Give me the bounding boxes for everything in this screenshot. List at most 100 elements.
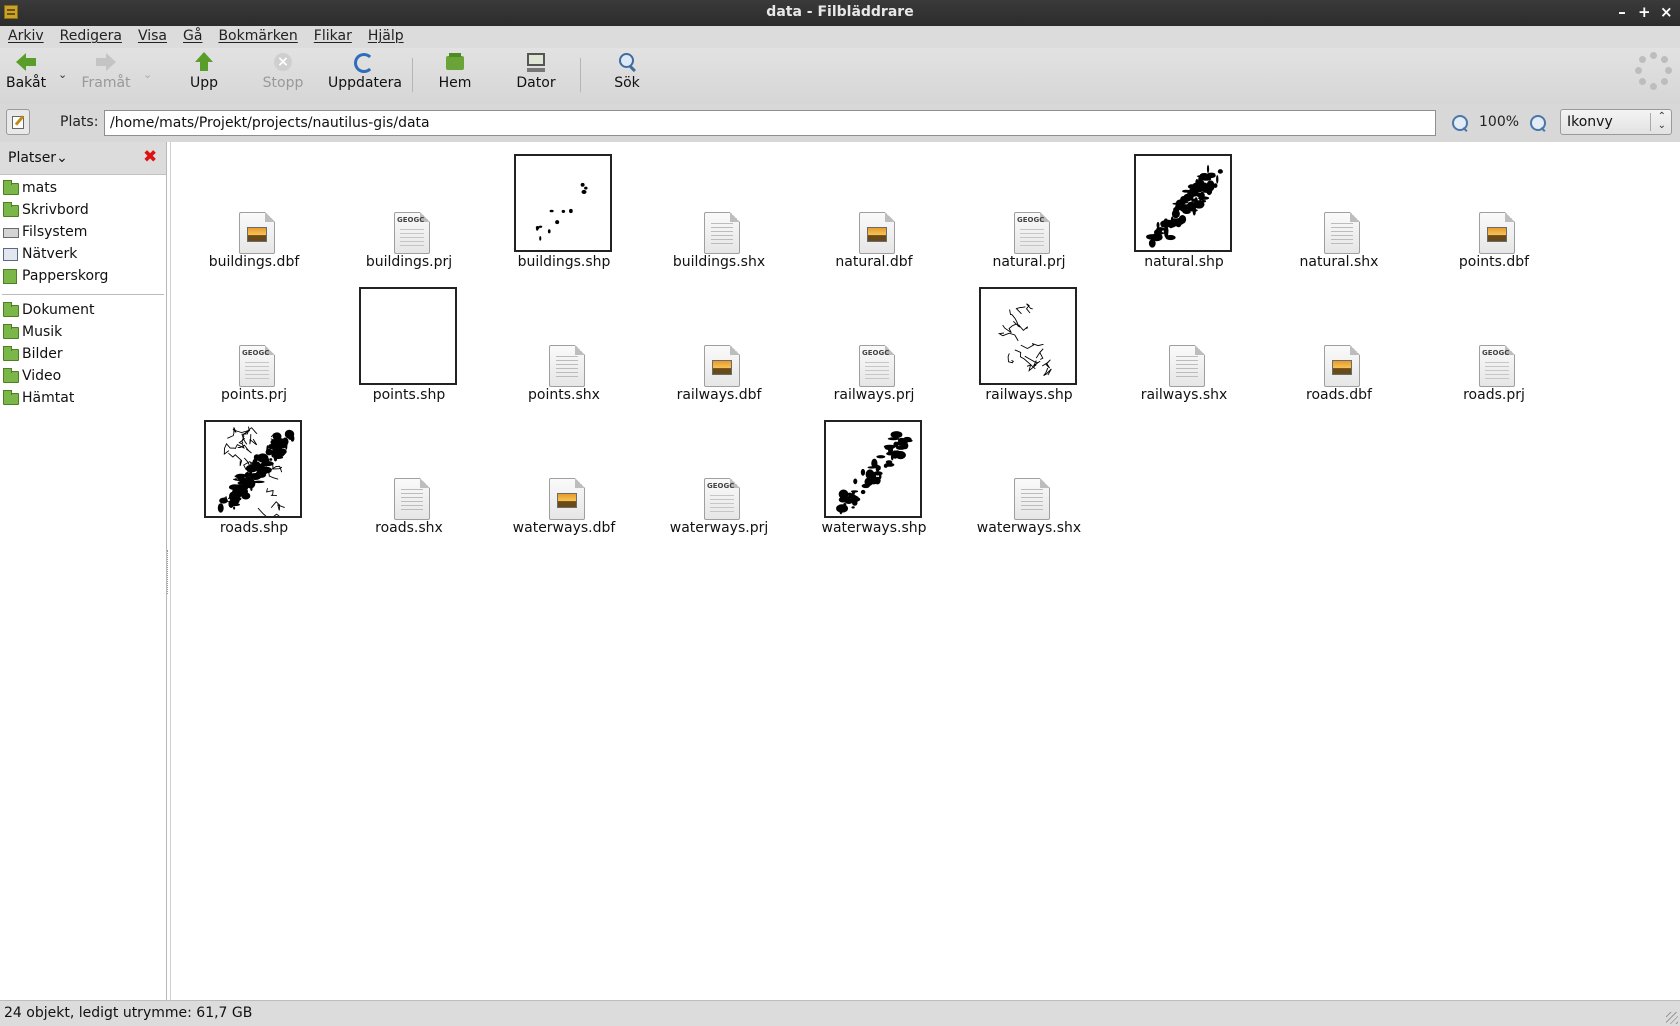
sidebar-item-papperskorg[interactable]: Papperskorg [0, 266, 166, 288]
file-name: buildings.dbf [208, 254, 300, 270]
file-item-natural-shx[interactable]: natural.shx [1264, 142, 1414, 272]
menu-redigera[interactable]: Redigera [52, 26, 130, 48]
up-button[interactable]: Upp [188, 52, 220, 100]
file-item-natural-shp[interactable]: natural.shp [1109, 142, 1259, 272]
text-document-icon: GEOGC [394, 212, 430, 254]
reload-button[interactable]: Uppdatera [328, 52, 402, 100]
file-item-roads-shp[interactable]: roads.shp [179, 408, 329, 538]
sidebar-item-label: Musik [22, 324, 63, 340]
file-item-points-dbf[interactable]: points.dbf [1419, 142, 1569, 272]
file-item-buildings-shx[interactable]: buildings.shx [644, 142, 794, 272]
computer-button[interactable]: Dator [516, 52, 556, 100]
file-item-points-shp[interactable]: points.shp [334, 275, 484, 405]
file-name: waterways.shp [821, 520, 927, 536]
close-window-icon[interactable]: × [1660, 3, 1673, 21]
zoom-level: 100% [1479, 114, 1520, 130]
view-mode-select[interactable]: Ikonvy ⌃ ⌄ [1560, 109, 1672, 135]
file-item-railways-shp[interactable]: railways.shp [954, 275, 1104, 405]
home-folder-icon [3, 180, 19, 195]
file-item-buildings-prj[interactable]: GEOGC buildings.prj [334, 142, 484, 272]
stop-button[interactable]: × Stopp [262, 52, 304, 100]
sidebar-item-bilder[interactable]: Bilder [0, 344, 166, 366]
file-item-waterways-dbf[interactable]: waterways.dbf [489, 408, 639, 538]
file-name: roads.dbf [1306, 387, 1372, 403]
file-item-points-prj[interactable]: GEOGC points.prj [179, 275, 329, 405]
back-history-dropdown[interactable]: ⌄ [58, 68, 68, 81]
menu-hjalp[interactable]: Hjälp [360, 26, 412, 48]
file-item-natural-dbf[interactable]: natural.dbf [799, 142, 949, 272]
sidebar-item-mats[interactable]: mats [0, 178, 166, 200]
zoom-out-icon[interactable] [1452, 115, 1468, 131]
file-name: railways.shx [1140, 387, 1228, 403]
file-item-natural-prj[interactable]: GEOGC natural.prj [954, 142, 1104, 272]
location-input[interactable] [104, 110, 1436, 136]
file-item-points-shx[interactable]: points.shx [489, 275, 639, 405]
file-name: points.shp [372, 387, 446, 403]
file-name: waterways.shx [976, 520, 1082, 536]
file-name: buildings.shp [517, 254, 611, 270]
text-document-icon [549, 345, 585, 387]
forward-history-dropdown[interactable]: ⌄ [143, 68, 153, 81]
zoom-in-icon[interactable] [1530, 115, 1546, 131]
forward-button[interactable]: Framåt [80, 52, 132, 100]
maximize-icon[interactable]: + [1638, 3, 1651, 21]
minimize-icon[interactable]: – [1616, 3, 1628, 21]
file-item-buildings-dbf[interactable]: buildings.dbf [179, 142, 329, 272]
prj-badge: GEOGC [1482, 349, 1510, 357]
location-label: Plats: [60, 114, 99, 130]
shapefile-thumbnail [359, 287, 457, 385]
text-document-icon [704, 212, 740, 254]
sidebar-item-label: Hämtat [22, 390, 75, 406]
image-document-icon [859, 212, 895, 254]
back-button[interactable]: Bakåt [6, 52, 46, 100]
file-item-waterways-shx[interactable]: waterways.shx [954, 408, 1104, 538]
prj-badge: GEOGC [397, 216, 425, 224]
file-name: natural.shp [1144, 254, 1224, 270]
file-item-railways-prj[interactable]: GEOGC railways.prj [799, 275, 949, 405]
text-document-icon [394, 478, 430, 520]
file-item-waterways-shp[interactable]: waterways.shp [799, 408, 949, 538]
sidebar-header: Platser⌄ ✖ [0, 142, 166, 175]
file-item-roads-dbf[interactable]: roads.dbf [1264, 275, 1414, 405]
sidebar: Platser⌄ ✖ mats Skrivbord Filsystem Nätv… [0, 142, 167, 1000]
file-item-roads-shx[interactable]: roads.shx [334, 408, 484, 538]
sidebar-item-video[interactable]: Video [0, 366, 166, 388]
menu-flikar[interactable]: Flikar [306, 26, 360, 48]
sidebar-item-musik[interactable]: Musik [0, 322, 166, 344]
sidebar-type-select[interactable]: Platser⌄ [8, 150, 68, 166]
file-item-roads-prj[interactable]: GEOGC roads.prj [1419, 275, 1569, 405]
file-name: railways.shp [985, 387, 1073, 403]
sidebar-item-filsystem[interactable]: Filsystem [0, 222, 166, 244]
sidebar-item-natverk[interactable]: Nätverk [0, 244, 166, 266]
sidebar-item-label: Skrivbord [22, 202, 89, 218]
search-icon [617, 52, 637, 72]
file-item-buildings-shp[interactable]: buildings.shp [489, 142, 639, 272]
menu-bar: Arkiv Redigera Visa Gå Bokmärken Flikar … [0, 26, 1680, 48]
status-text: 24 objekt, ledigt utrymme: 61,7 GB [4, 1005, 253, 1021]
close-sidebar-icon[interactable]: ✖ [143, 147, 157, 167]
file-icon-view[interactable]: buildings.dbf GEOGC buildings.prj buildings… [170, 142, 1680, 1000]
file-item-waterways-prj[interactable]: GEOGC waterways.prj [644, 408, 794, 538]
search-button[interactable]: Sök [612, 52, 642, 100]
folder-icon [3, 302, 19, 317]
sidebar-item-dokument[interactable]: Dokument [0, 300, 166, 322]
resize-grip-icon[interactable] [1666, 1012, 1678, 1024]
location-edit-toggle-icon[interactable] [6, 109, 30, 135]
network-icon [3, 248, 18, 261]
file-item-railways-dbf[interactable]: railways.dbf [644, 275, 794, 405]
prj-badge: GEOGC [242, 349, 270, 357]
file-name: natural.prj [992, 254, 1066, 270]
file-item-railways-shx[interactable]: railways.shx [1109, 275, 1259, 405]
menu-visa[interactable]: Visa [130, 26, 175, 48]
sidebar-item-skrivbord[interactable]: Skrivbord [0, 200, 166, 222]
file-name: railways.dbf [676, 387, 762, 403]
menu-bokmarken[interactable]: Bokmärken [210, 26, 305, 48]
home-button[interactable]: Hem [437, 52, 473, 100]
menu-ga[interactable]: Gå [175, 26, 210, 48]
menu-arkiv[interactable]: Arkiv [0, 26, 52, 48]
text-document-icon [1324, 212, 1360, 254]
title-bar: data - Filbläddrare – + × [0, 0, 1680, 26]
file-name: roads.prj [1463, 387, 1525, 403]
sidebar-item-hamtat[interactable]: Hämtat [0, 388, 166, 410]
window-title: data - Filbläddrare [766, 4, 914, 20]
